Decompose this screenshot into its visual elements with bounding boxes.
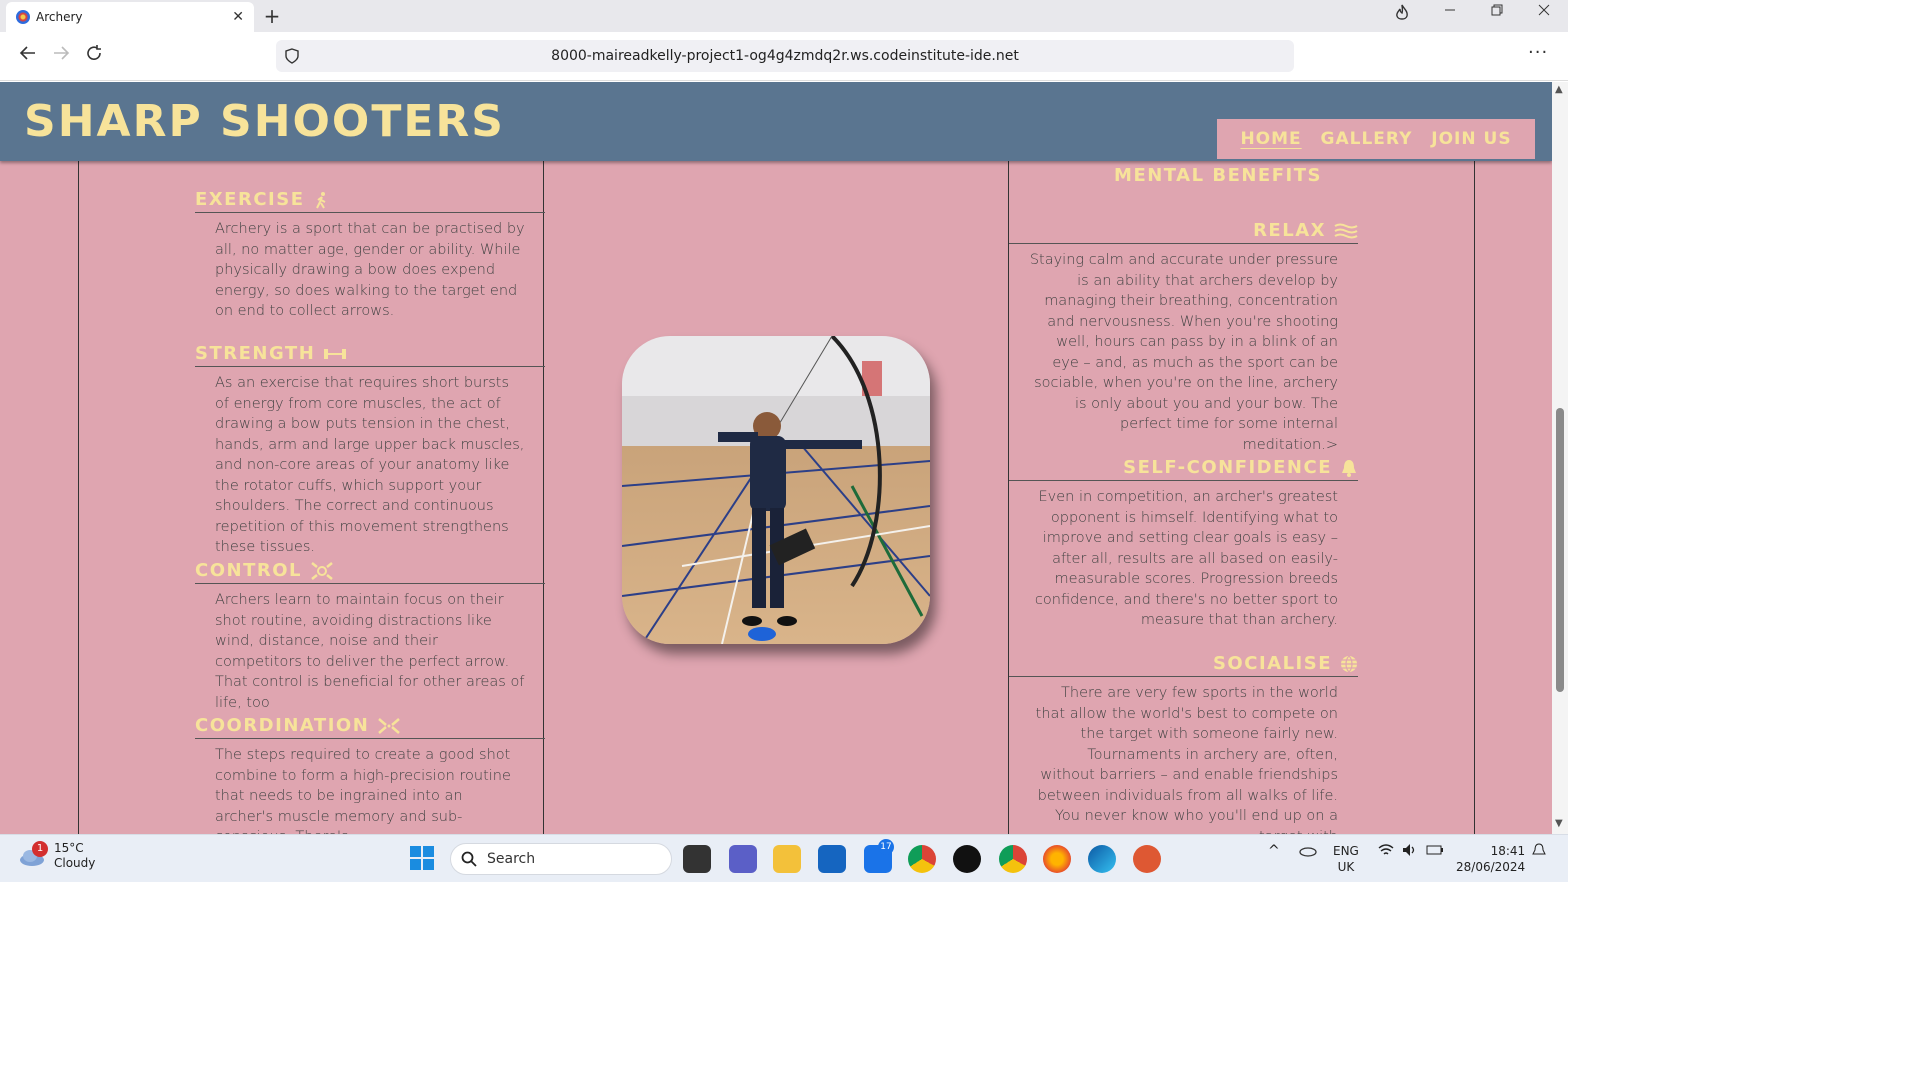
physical-benefits-column: EXERCISE Archery is a sport that can be … [78, 161, 545, 834]
github-icon[interactable] [953, 845, 981, 873]
back-arrow-icon[interactable] [16, 44, 40, 67]
archer-photo [622, 336, 930, 644]
relax-section: RELAX Staying calm and accurate under pr… [1009, 218, 1358, 455]
section-text: Archery is a sport that can be practised… [215, 221, 525, 319]
mental-benefits-column: MENTAL BENEFITS RELAX Staying calm and a… [1008, 161, 1475, 834]
weather-desc: Cloudy [54, 856, 96, 870]
section-heading: SOCIALISE [1212, 653, 1332, 674]
coordination-section: COORDINATION The steps required to creat… [195, 713, 545, 834]
mental-benefits-title: MENTAL BENEFITS [1114, 165, 1322, 186]
exercise-section: EXERCISE Archery is a sport that can be … [195, 187, 545, 322]
main-nav: HOME GALLERY JOIN US [1217, 119, 1535, 159]
weather-widget[interactable]: 1 15°C Cloudy [18, 841, 95, 871]
shield-icon[interactable] [284, 48, 300, 64]
walking-person-icon [315, 191, 325, 209]
scrollbar-thumb[interactable] [1556, 408, 1564, 692]
clock[interactable]: 18:41 28/06/2024 [1456, 843, 1525, 875]
section-text: Even in competition, an archer's greates… [1034, 489, 1338, 628]
volume-icon[interactable] [1402, 843, 1418, 861]
minimize-icon[interactable] [1438, 4, 1462, 20]
strength-section: STRENGTH As an exercise that requires sh… [195, 341, 545, 558]
wifi-icon[interactable] [1378, 843, 1394, 861]
tray-expand-icon[interactable]: ^ [1268, 843, 1280, 859]
duckduckgo-icon[interactable] [1133, 845, 1161, 873]
outlook-badge: 17 [878, 839, 894, 855]
store-icon[interactable] [818, 845, 846, 873]
nav-join-us-link[interactable]: JOIN US [1431, 129, 1511, 149]
page-scrollbar[interactable]: ▲ ▼ [1552, 82, 1568, 834]
restore-icon[interactable] [1485, 4, 1509, 20]
section-heading: RELAX [1253, 220, 1326, 241]
teams-icon[interactable] [729, 845, 757, 873]
browser-menu-button[interactable]: ··· [1528, 42, 1548, 63]
windows-taskbar: 1 15°C Cloudy Search 17 ^ ENG UK 18:41 2… [0, 834, 1568, 882]
site-logo[interactable]: SHARP SHOOTERS [24, 96, 505, 147]
section-heading: SELF-CONFIDENCE [1123, 457, 1332, 478]
site-favicon-icon [16, 10, 30, 24]
section-text: As an exercise that requires short burst… [215, 375, 525, 555]
globe-icon [1341, 655, 1357, 672]
language-indicator[interactable]: ENG UK [1333, 843, 1359, 875]
windows-start-icon[interactable] [409, 845, 437, 873]
firefox-icon[interactable] [1043, 845, 1071, 873]
nav-gallery-link[interactable]: GALLERY [1321, 129, 1413, 149]
section-heading: EXERCISE [195, 189, 305, 210]
weather-temp: 15°C [54, 841, 84, 855]
address-bar[interactable]: 8000-maireadkelly-project1-og4g4zmdq2r.w… [276, 40, 1294, 72]
web-page: SHARP SHOOTERS HOME GALLERY JOIN US EXER… [0, 82, 1552, 834]
socialise-section: SOCIALISE There are very few sports in t… [1009, 651, 1358, 834]
self-confidence-section: SELF-CONFIDENCE Even in competition, an … [1009, 455, 1358, 631]
scroll-up-arrow-icon[interactable]: ▲ [1555, 84, 1563, 95]
bell-icon [1342, 459, 1356, 477]
url-text[interactable]: 8000-maireadkelly-project1-og4g4zmdq2r.w… [276, 48, 1294, 64]
control-section: CONTROL Archers learn to maintain focus … [195, 558, 545, 713]
section-text: The steps required to create a good shot… [215, 747, 511, 834]
section-text: Staying calm and accurate under pressure… [1029, 252, 1338, 453]
browser-toolbar: 8000-maireadkelly-project1-og4g4zmdq2r.w… [0, 32, 1568, 81]
close-window-icon[interactable] [1532, 4, 1556, 20]
task-view-icon[interactable] [683, 845, 711, 873]
search-icon [461, 851, 477, 867]
chrome-icon[interactable] [908, 845, 936, 873]
battery-icon[interactable] [1426, 843, 1444, 861]
dumbbell-icon [324, 348, 347, 359]
search-label: Search [487, 851, 536, 867]
taskbar-search[interactable]: Search [450, 843, 672, 875]
forward-arrow-icon[interactable] [49, 44, 73, 67]
section-text: There are very few sports in the world t… [1035, 685, 1338, 834]
section-heading: CONTROL [195, 560, 302, 581]
onedrive-icon[interactable] [1298, 843, 1318, 861]
close-tab-icon[interactable]: ✕ [232, 9, 244, 25]
browser-tabbar: Archery ✕ + [0, 0, 1568, 32]
notification-icon[interactable] [1532, 843, 1546, 861]
section-heading: COORDINATION [195, 715, 370, 736]
section-heading: STRENGTH [195, 343, 316, 364]
chrome-profile-icon[interactable] [999, 845, 1027, 873]
scroll-down-arrow-icon[interactable]: ▼ [1555, 818, 1563, 829]
new-tab-button[interactable]: + [262, 4, 282, 28]
file-explorer-icon[interactable] [773, 845, 801, 873]
fire-icon[interactable] [1390, 4, 1414, 26]
reload-icon[interactable] [82, 44, 106, 67]
weather-badge: 1 [32, 841, 48, 857]
tab-title: Archery [36, 10, 83, 24]
arrows-converge-icon [378, 717, 401, 734]
water-waves-icon [1334, 223, 1358, 238]
nav-home-link[interactable]: HOME [1240, 129, 1301, 149]
cloud-icon: 1 [18, 841, 48, 867]
crosshair-icon [311, 561, 333, 580]
site-header: SHARP SHOOTERS HOME GALLERY JOIN US [0, 82, 1552, 161]
section-text: Archers learn to maintain focus on their… [215, 592, 525, 711]
browser-tab[interactable]: Archery ✕ [6, 2, 254, 32]
edge-icon[interactable] [1088, 845, 1116, 873]
